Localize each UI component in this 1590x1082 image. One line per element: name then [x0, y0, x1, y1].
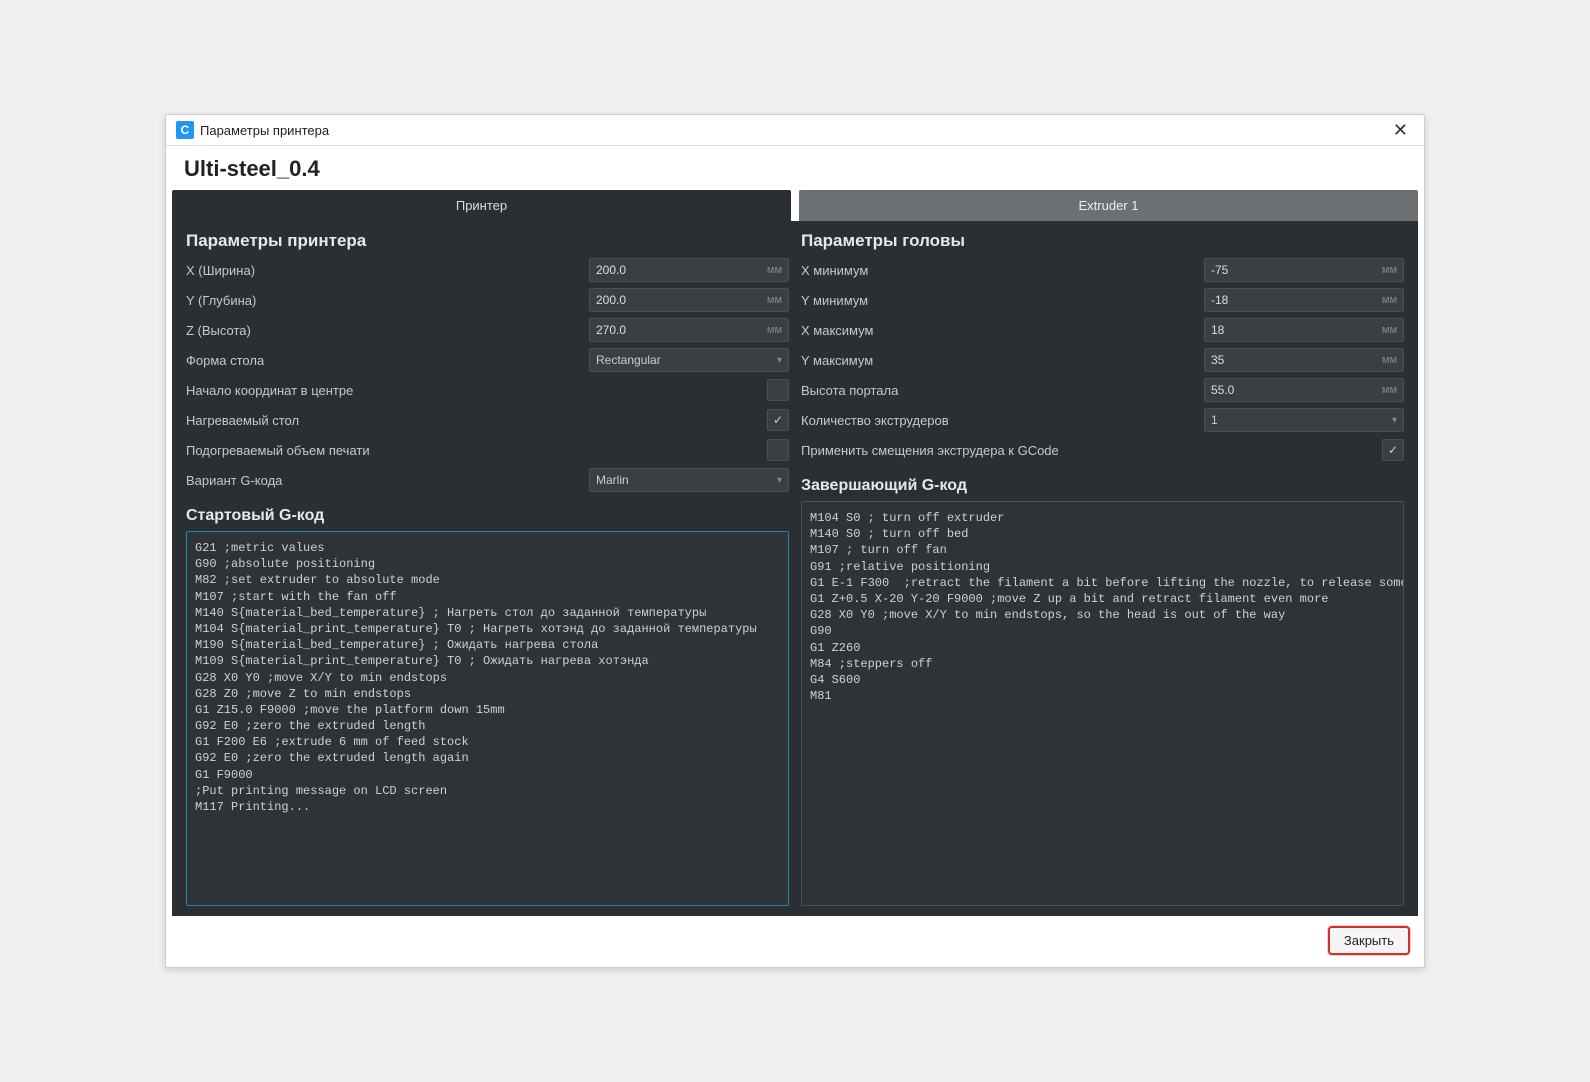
gcode-flavor-select[interactable]: Marlin ▾	[589, 468, 789, 492]
footer: Закрыть	[166, 916, 1424, 967]
x-width-label: X (Ширина)	[186, 263, 589, 278]
end-gcode-textarea[interactable]	[801, 501, 1404, 906]
close-icon[interactable]: ✕	[1387, 121, 1414, 139]
heated-bed-checkbox[interactable]: ✓	[767, 409, 789, 431]
y-max-input[interactable]	[1205, 349, 1376, 371]
unit-mm: мм	[1376, 319, 1403, 341]
heated-volume-checkbox[interactable]	[767, 439, 789, 461]
shape-value: Rectangular	[596, 353, 661, 367]
chevron-down-icon: ▾	[1392, 415, 1397, 426]
row-y-depth: Y (Глубина) мм	[186, 287, 789, 313]
x-width-input[interactable]	[590, 259, 761, 281]
start-gcode-label: Стартовый G-код	[186, 507, 789, 525]
printer-settings-dialog: C Параметры принтера ✕ Ulti-steel_0.4 Пр…	[165, 114, 1425, 968]
tabs: Принтер Extruder 1	[166, 190, 1424, 221]
tab-printer[interactable]: Принтер	[172, 190, 791, 221]
unit-mm: мм	[1376, 349, 1403, 371]
row-origin-center: Начало координат в центре	[186, 377, 789, 403]
unit-mm: мм	[761, 259, 788, 281]
chevron-down-icon: ▾	[777, 475, 782, 486]
row-build-plate-shape: Форма стола Rectangular ▾	[186, 347, 789, 373]
y-depth-label: Y (Глубина)	[186, 293, 589, 308]
row-gcode-flavor: Вариант G-кода Marlin ▾	[186, 467, 789, 493]
row-heated-bed: Нагреваемый стол ✓	[186, 407, 789, 433]
heated-volume-label: Подогреваемый объем печати	[186, 443, 767, 458]
y-max-label: Y максимум	[801, 353, 1204, 368]
head-settings-heading: Параметры головы	[801, 231, 1404, 251]
titlebar: C Параметры принтера ✕	[166, 115, 1424, 146]
z-height-label: Z (Высота)	[186, 323, 589, 338]
row-z-height: Z (Высота) мм	[186, 317, 789, 343]
start-gcode-textarea[interactable]	[186, 531, 789, 906]
origin-center-label: Начало координат в центре	[186, 383, 767, 398]
unit-mm: мм	[1376, 259, 1403, 281]
gantry-label: Высота портала	[801, 383, 1204, 398]
y-depth-input[interactable]	[590, 289, 761, 311]
x-min-input[interactable]	[1205, 259, 1376, 281]
x-min-label: X минимум	[801, 263, 1204, 278]
y-min-label: Y минимум	[801, 293, 1204, 308]
row-x-width: X (Ширина) мм	[186, 257, 789, 283]
row-gantry-height: Высота портала мм	[801, 377, 1404, 403]
x-max-label: X максимум	[801, 323, 1204, 338]
tab-extruder-1[interactable]: Extruder 1	[799, 190, 1418, 221]
row-heated-volume: Подогреваемый объем печати	[186, 437, 789, 463]
app-icon: C	[176, 121, 194, 139]
apply-offset-checkbox[interactable]: ✓	[1382, 439, 1404, 461]
origin-center-checkbox[interactable]	[767, 379, 789, 401]
end-gcode-label: Завершающий G-код	[801, 477, 1404, 495]
gcode-flavor-value: Marlin	[596, 473, 629, 487]
z-height-input[interactable]	[590, 319, 761, 341]
x-max-input[interactable]	[1205, 319, 1376, 341]
printer-settings-heading: Параметры принтера	[186, 231, 789, 251]
left-column: Параметры принтера X (Ширина) мм Y (Глуб…	[180, 231, 795, 906]
shape-select[interactable]: Rectangular ▾	[589, 348, 789, 372]
unit-mm: мм	[1376, 379, 1403, 401]
unit-mm: мм	[761, 319, 788, 341]
unit-mm: мм	[761, 289, 788, 311]
row-extruder-count: Количество экструдеров 1 ▾	[801, 407, 1404, 433]
extruder-count-value: 1	[1211, 413, 1218, 427]
printer-name: Ulti-steel_0.4	[166, 146, 1424, 190]
row-x-max: X максимум мм	[801, 317, 1404, 343]
shape-label: Форма стола	[186, 353, 589, 368]
chevron-down-icon: ▾	[777, 355, 782, 366]
row-apply-offset: Применить смещения экструдера к GCode ✓	[801, 437, 1404, 463]
gantry-input[interactable]	[1205, 379, 1376, 401]
row-y-max: Y максимум мм	[801, 347, 1404, 373]
gcode-flavor-label: Вариант G-кода	[186, 473, 589, 488]
extruder-count-label: Количество экструдеров	[801, 413, 1204, 428]
row-x-min: X минимум мм	[801, 257, 1404, 283]
right-column: Параметры головы X минимум мм Y минимум …	[795, 231, 1410, 906]
close-button[interactable]: Закрыть	[1328, 926, 1410, 955]
content-area: Параметры принтера X (Ширина) мм Y (Глуб…	[172, 221, 1418, 916]
row-y-min: Y минимум мм	[801, 287, 1404, 313]
window-title: Параметры принтера	[200, 123, 1387, 138]
y-min-input[interactable]	[1205, 289, 1376, 311]
extruder-count-select[interactable]: 1 ▾	[1204, 408, 1404, 432]
apply-offset-label: Применить смещения экструдера к GCode	[801, 443, 1382, 458]
unit-mm: мм	[1376, 289, 1403, 311]
heated-bed-label: Нагреваемый стол	[186, 413, 767, 428]
